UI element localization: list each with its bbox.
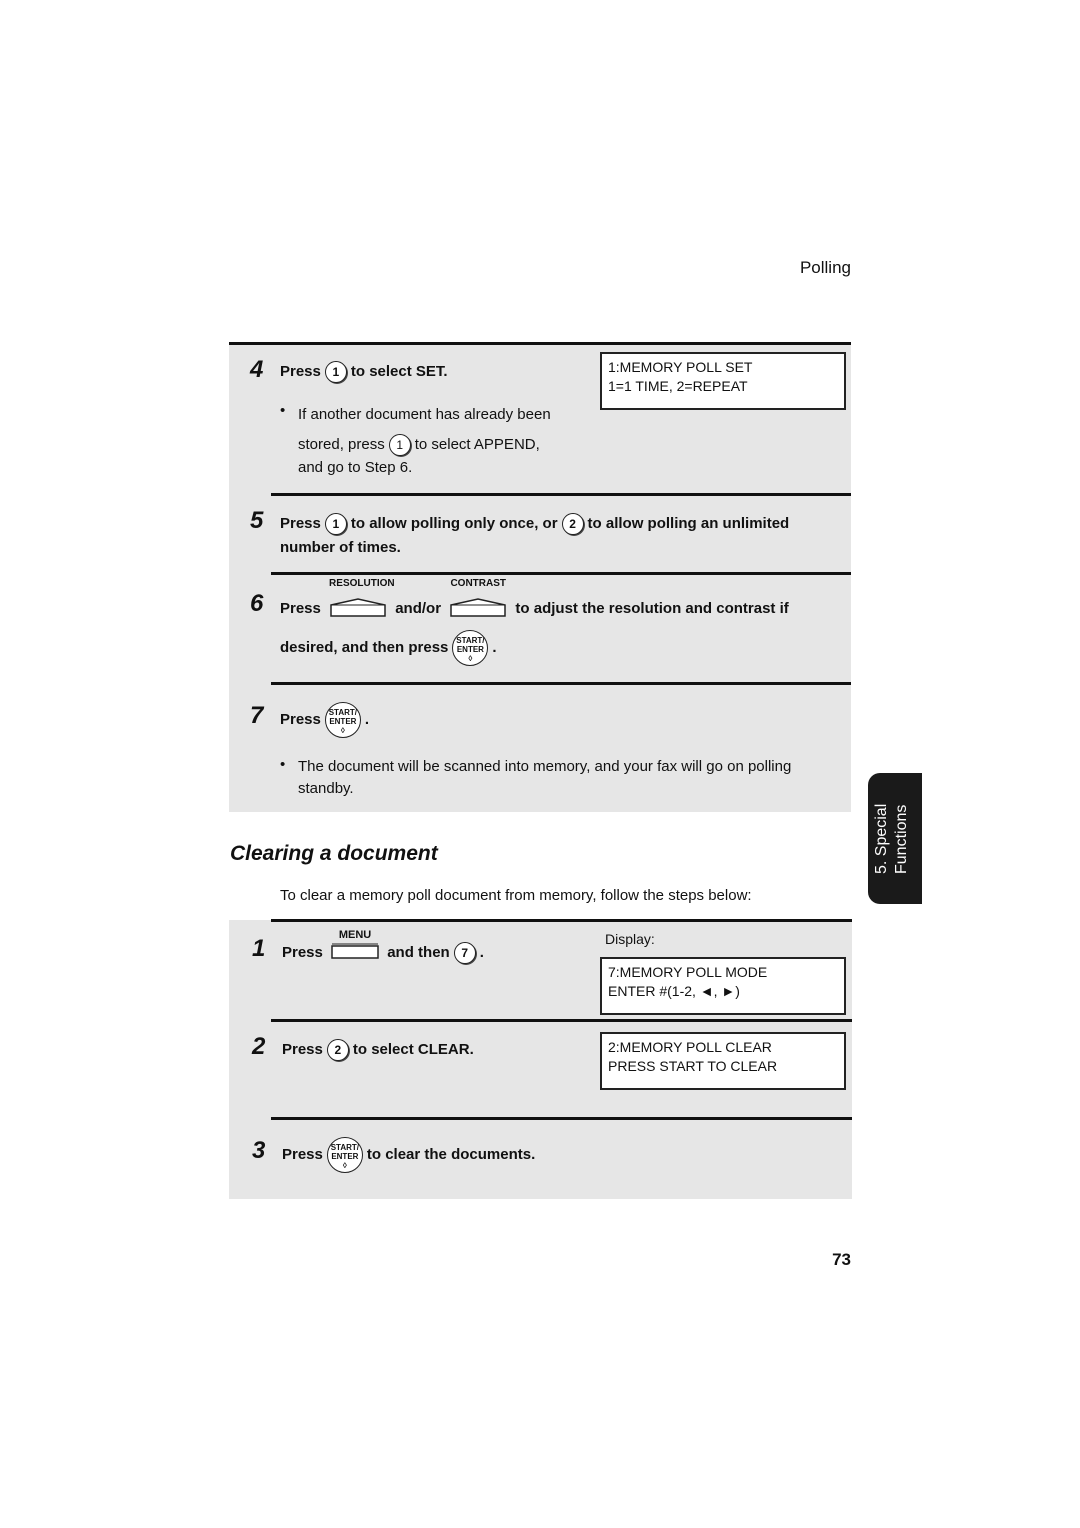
divider <box>271 572 851 575</box>
step-4-instruction: Press 1 to select SET. <box>280 361 448 383</box>
key-2-icon: 2 <box>326 1039 349 1061</box>
divider <box>271 1117 852 1120</box>
chapter-tab-label: 5. Special Functions <box>873 803 910 875</box>
step-6-instruction: Press RESOLUTION and/or CONTRAST to adju… <box>280 578 789 622</box>
menu-key-icon: MENU <box>331 929 379 963</box>
bullet-dot: • <box>280 756 286 773</box>
section-title: Clearing a document <box>230 842 438 865</box>
key-1-icon: 1 <box>324 513 347 536</box>
resolution-key-icon: RESOLUTION <box>329 578 395 622</box>
step-number: 1 <box>252 935 266 962</box>
step-number: 5 <box>250 507 264 534</box>
contrast-key-icon: CONTRAST <box>449 578 507 622</box>
page-number: 73 <box>832 1250 851 1269</box>
step-6-line2: desired, and then press START/ENTER ◊. <box>280 630 497 666</box>
key-2-icon: 2 <box>561 513 584 536</box>
divider <box>271 919 852 922</box>
step-number: 6 <box>250 590 264 617</box>
display-label: Display: <box>605 931 655 947</box>
divider <box>271 1019 852 1022</box>
divider <box>229 342 851 345</box>
intro-text: To clear a memory poll document from mem… <box>280 887 752 904</box>
step-1-instruction: Press MENU and then 7. <box>282 929 484 964</box>
lcd-display: 2:MEMORY POLL CLEAR PRESS START TO CLEAR <box>600 1032 846 1090</box>
step-7-instruction: Press START/ENTER ◊. <box>280 702 369 738</box>
step-3-instruction: Press START/ENTER ◊to clear the documents. <box>282 1137 535 1173</box>
start-enter-key-icon: START/ENTER ◊ <box>324 702 361 738</box>
start-enter-key-icon: START/ENTER ◊ <box>452 630 489 666</box>
bullet-dot: • <box>280 402 286 419</box>
step-number: 3 <box>252 1137 266 1164</box>
step-number: 4 <box>250 356 264 383</box>
divider <box>271 682 851 685</box>
step-5-instruction: Press 1 to allow polling only once, or 2 to … <box>280 513 790 556</box>
step-number: 2 <box>252 1033 266 1060</box>
lcd-display: 1:MEMORY POLL SET 1=1 TIME, 2=REPEAT <box>600 352 846 410</box>
start-enter-key-icon: START/ENTER ◊ <box>326 1137 363 1173</box>
step-number: 7 <box>250 702 264 729</box>
step-2-instruction: Press 2 to select CLEAR. <box>282 1039 474 1061</box>
running-header: Polling <box>799 258 851 277</box>
key-1-icon: 1 <box>388 434 411 457</box>
key-1-icon: 1 <box>324 361 347 383</box>
divider <box>271 493 851 496</box>
step-7-note: The document will be scanned into memory… <box>298 758 792 797</box>
lcd-display: 7:MEMORY POLL MODE ENTER #(1-2, ◄, ►) <box>600 957 846 1015</box>
key-7-icon: 7 <box>453 942 476 964</box>
step-4-note: If another document has already been sto… <box>298 406 551 476</box>
